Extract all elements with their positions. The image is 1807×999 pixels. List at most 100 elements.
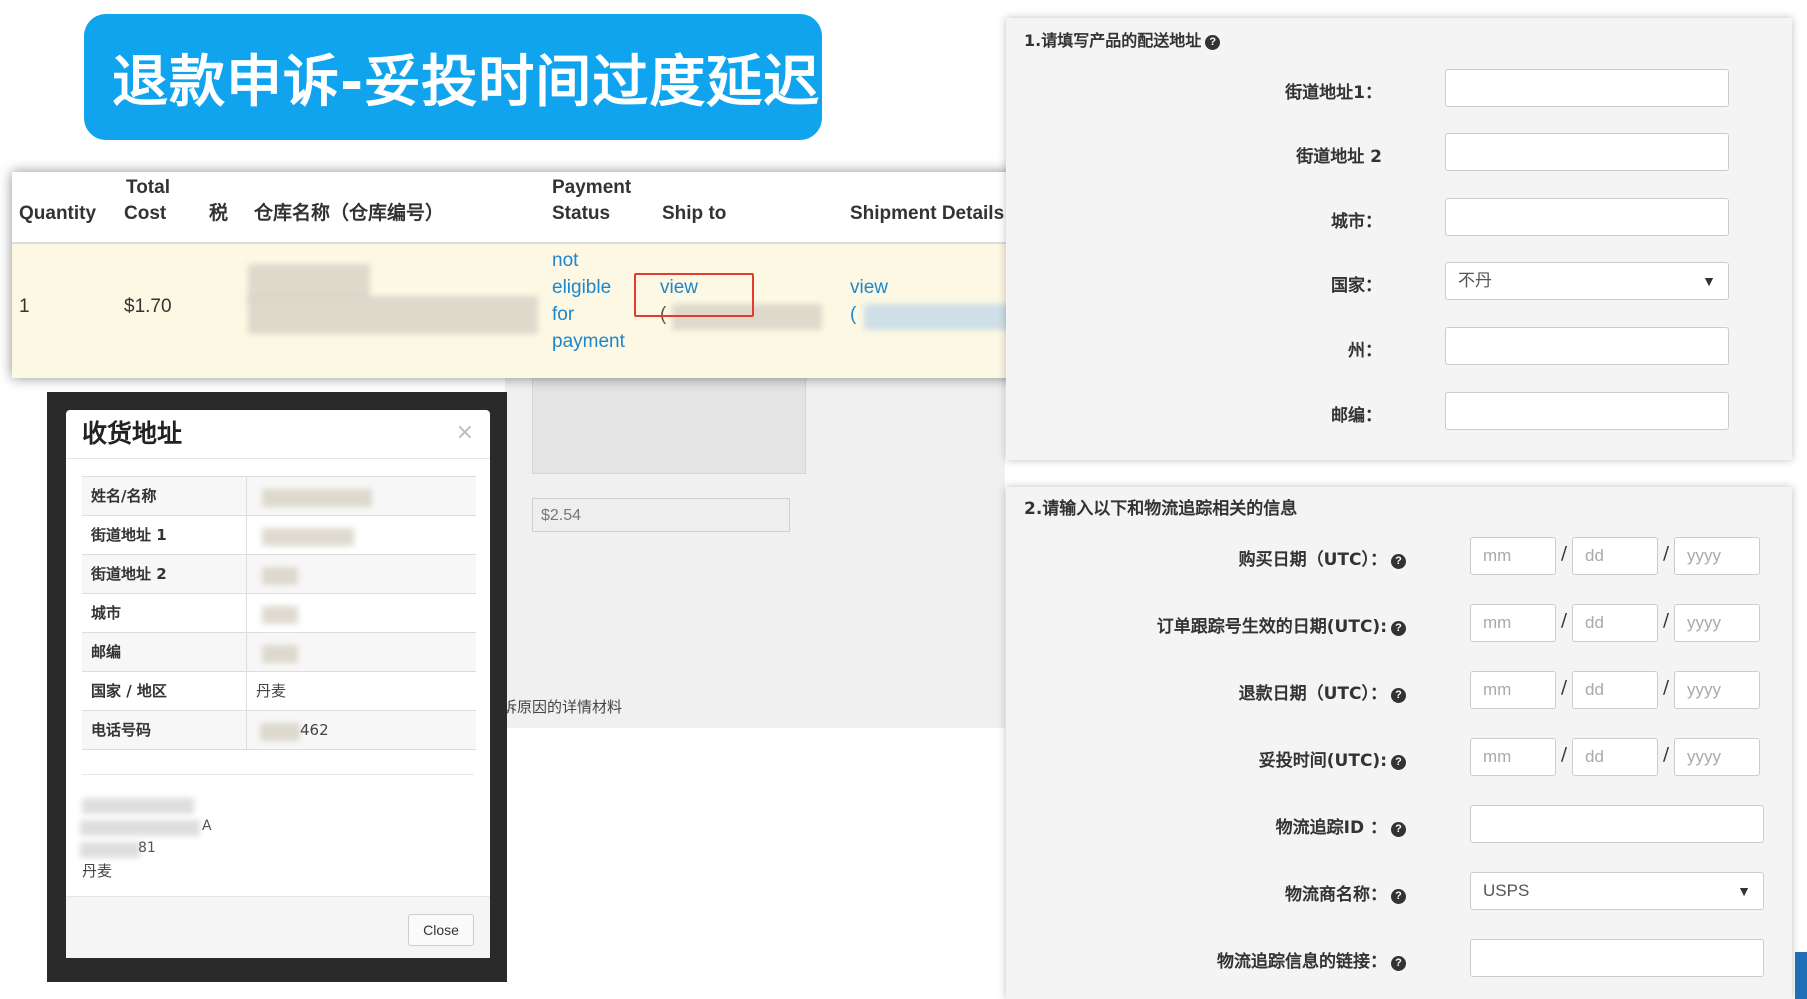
header-total-cost-line1: Total — [126, 177, 170, 198]
state-input[interactable] — [1445, 327, 1729, 365]
delivery-year-input[interactable]: yyyy — [1674, 738, 1760, 776]
carrier-select-value: USPS — [1483, 881, 1530, 900]
background-textarea — [532, 372, 806, 474]
address-line-fragment: 81 — [138, 840, 156, 856]
order-table: Quantity Total Cost 税 仓库名称（仓库编号） Payment… — [12, 172, 1052, 378]
redacted-warehouse-2 — [248, 296, 538, 334]
address-row-country: 国家 / 地区 丹麦 — [82, 671, 476, 710]
question-circle-icon[interactable]: ? — [1391, 688, 1406, 703]
address-line-fragment: A — [202, 818, 212, 834]
header-payment-status-line1: Payment — [552, 177, 632, 198]
street1-input[interactable] — [1445, 69, 1729, 107]
payment-status-line1[interactable]: not — [552, 247, 578, 274]
date-separator: / — [1663, 744, 1670, 765]
address-row-street1: 街道地址 1 — [82, 515, 476, 554]
edge-decoration — [1795, 952, 1807, 999]
address-row-zip: 邮编 — [82, 632, 476, 671]
tracking-year-input[interactable]: yyyy — [1674, 604, 1760, 642]
caret-down-icon: ▼ — [1702, 273, 1716, 289]
header-ship-to: Ship to — [662, 203, 727, 224]
close-icon[interactable]: × — [456, 420, 474, 445]
form1-heading: 1.请填写产品的配送地址? — [1024, 27, 1221, 51]
purchase-month-input[interactable]: mm — [1470, 537, 1556, 575]
tracking-day-input[interactable]: dd — [1572, 604, 1658, 642]
shipment-details-view-link[interactable]: view — [850, 274, 888, 301]
banner-title: 退款申诉-妥投时间过度延迟 — [112, 49, 821, 115]
tracking-id-input[interactable] — [1470, 805, 1764, 843]
delivery-day-input[interactable]: dd — [1572, 738, 1658, 776]
form1-heading-text: 1.请填写产品的配送地址 — [1024, 31, 1202, 50]
purchase-day-input[interactable]: dd — [1572, 537, 1658, 575]
label-tracking-link: 物流追踪信息的链接：? — [1217, 947, 1406, 972]
street2-input[interactable] — [1445, 133, 1729, 171]
date-separator: / — [1561, 677, 1568, 698]
header-payment-status-line2: Status — [552, 203, 611, 224]
carrier-select[interactable]: USPS ▼ — [1470, 872, 1764, 910]
payment-status-line3[interactable]: for — [552, 301, 574, 328]
address-line-country: 丹麦 — [82, 862, 113, 880]
redacted-value — [262, 645, 298, 663]
background-price-field: $2.54 — [532, 498, 790, 532]
shipment-details-paren: ( — [850, 304, 857, 325]
label-country: 国家： — [1331, 276, 1382, 296]
label-street2: 街道地址 2 — [1296, 147, 1382, 167]
redacted-address-line — [80, 842, 140, 858]
address-key: 国家 / 地区 — [82, 672, 247, 710]
delivery-month-input[interactable]: mm — [1470, 738, 1556, 776]
table-header: Quantity Total Cost 税 仓库名称（仓库编号） Payment… — [12, 172, 1052, 244]
label-street1: 街道地址1： — [1285, 83, 1382, 103]
question-circle-icon[interactable]: ? — [1391, 956, 1406, 971]
cell-quantity: 1 — [19, 296, 30, 317]
redacted-value — [262, 489, 372, 507]
date-separator: / — [1561, 744, 1568, 765]
caret-down-icon: ▼ — [1737, 883, 1751, 899]
question-circle-icon[interactable]: ? — [1391, 889, 1406, 904]
payment-status-line2[interactable]: eligible — [552, 274, 611, 301]
date-separator: / — [1663, 543, 1670, 564]
redacted-address-line — [82, 798, 194, 814]
question-circle-icon[interactable]: ? — [1391, 755, 1406, 770]
address-row-phone: 电话号码 462 — [82, 710, 476, 750]
highlight-box — [634, 273, 754, 317]
date-separator: / — [1561, 543, 1568, 564]
question-circle-icon[interactable]: ? — [1391, 554, 1406, 569]
zip-input[interactable] — [1445, 392, 1729, 430]
question-circle-icon[interactable]: ? — [1205, 35, 1221, 50]
question-circle-icon[interactable]: ? — [1391, 621, 1406, 636]
label-state: 州： — [1348, 341, 1382, 361]
refund-year-input[interactable]: yyyy — [1674, 671, 1760, 709]
date-separator: / — [1561, 610, 1568, 631]
purchase-year-input[interactable]: yyyy — [1674, 537, 1760, 575]
modal-title: 收货地址 — [82, 419, 183, 448]
cell-total-cost: $1.70 — [124, 296, 172, 317]
title-banner: 退款申诉-妥投时间过度延迟 — [84, 14, 822, 140]
payment-status-line4[interactable]: payment — [552, 328, 625, 355]
address-value: 462 — [300, 721, 329, 739]
refund-month-input[interactable]: mm — [1470, 671, 1556, 709]
form2-heading: 2.请输入以下和物流追踪相关的信息 — [1024, 499, 1298, 519]
label-refund-date: 退款日期（UTC）：? — [1239, 679, 1406, 704]
refund-day-input[interactable]: dd — [1572, 671, 1658, 709]
date-separator: / — [1663, 677, 1670, 698]
address-value: 丹麦 — [256, 682, 287, 700]
header-shipment-details: Shipment Details — [850, 203, 1005, 224]
country-select[interactable]: 不丹 ▼ — [1445, 262, 1729, 300]
table-row: 1 $1.70 not eligible for payment view ( … — [12, 244, 1052, 378]
close-button[interactable]: Close — [408, 914, 474, 946]
address-key: 街道地址 2 — [82, 555, 247, 593]
question-circle-icon[interactable]: ? — [1391, 822, 1406, 837]
modal-body-divider — [82, 774, 474, 775]
address-key: 姓名/名称 — [82, 477, 247, 515]
redacted-value — [262, 528, 354, 546]
tracking-link-input[interactable] — [1470, 939, 1764, 977]
city-input[interactable] — [1445, 198, 1729, 236]
header-total-cost-line2: Cost — [124, 203, 167, 224]
label-zip: 邮编： — [1331, 406, 1382, 426]
background-note: 诉原因的详情材料 — [502, 698, 623, 716]
address-key: 电话号码 — [82, 711, 247, 749]
header-warehouse: 仓库名称（仓库编号） — [254, 203, 445, 224]
tracking-month-input[interactable]: mm — [1470, 604, 1556, 642]
redacted-value — [262, 606, 298, 624]
redacted-value — [262, 567, 298, 585]
label-tracking-date: 订单跟踪号生效的日期(UTC):? — [1157, 612, 1406, 637]
